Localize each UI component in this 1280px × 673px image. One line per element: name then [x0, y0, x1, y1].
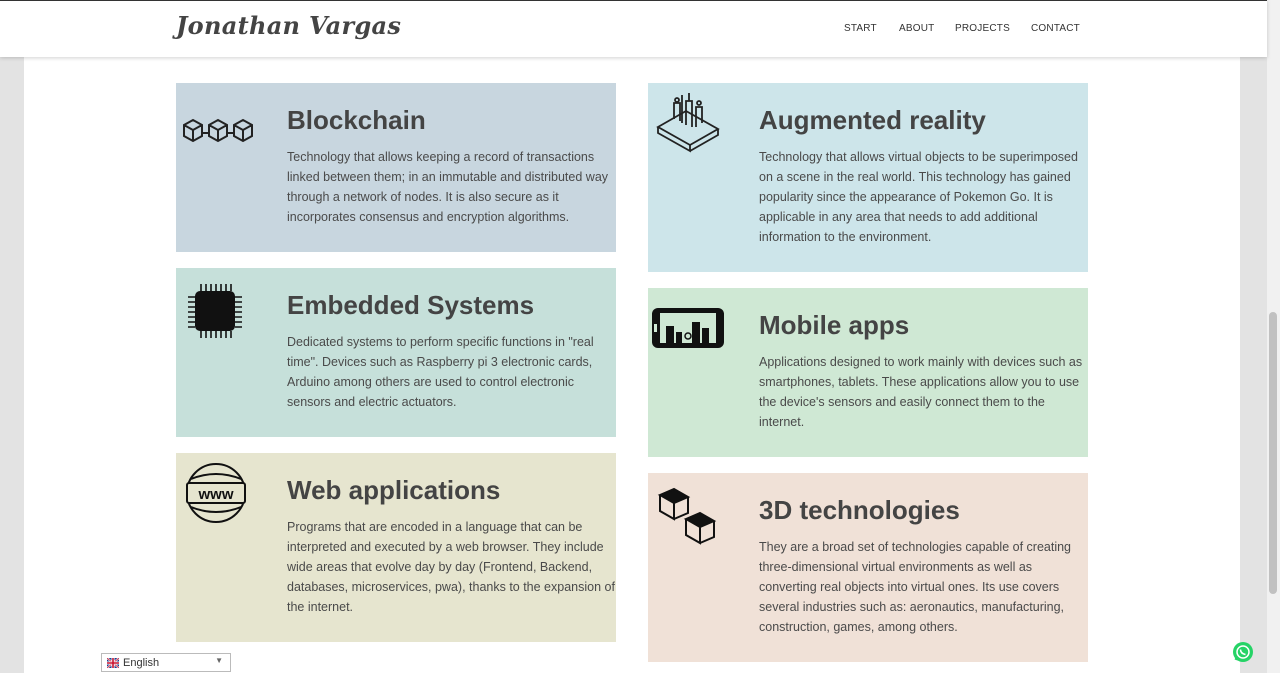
card-description: Programs that are encoded in a language …	[287, 520, 615, 614]
card-description: Technology that allows keeping a record …	[287, 150, 609, 224]
chevron-down-icon: ▼	[215, 656, 223, 665]
www-globe-icon: www	[180, 461, 256, 531]
card-embedded-systems: Embedded Systems Dedicated systems to pe…	[176, 268, 616, 437]
card-mobile-apps: Mobile apps Applications designed to wor…	[648, 288, 1088, 457]
nav-projects[interactable]: PROJECTS	[955, 23, 1010, 34]
scrollbar-thumb[interactable]	[1269, 312, 1277, 594]
card-description: They are a broad set of technologies cap…	[759, 540, 1072, 634]
card-title: Mobile apps	[759, 310, 910, 340]
card-blockchain: Blockchain Technology that allows keepin…	[176, 83, 616, 252]
card-title: Augmented reality	[759, 105, 986, 135]
svg-text:www: www	[197, 486, 233, 503]
mobile-app-icon	[652, 296, 728, 366]
vertical-scrollbar[interactable]	[1267, 0, 1280, 673]
nav-about[interactable]: ABOUT	[899, 23, 934, 34]
language-label: English	[123, 657, 160, 669]
card-title: Blockchain	[287, 105, 426, 135]
card-web-applications: www Web applications Programs that are e…	[176, 453, 616, 642]
card-title: Web applications	[287, 475, 501, 505]
top-navbar: Jonathan Vargas START ABOUT PROJECTS CON…	[0, 0, 1267, 57]
card-description: Applications designed to work mainly wit…	[759, 355, 1083, 429]
language-selector[interactable]: English ▼	[101, 653, 231, 672]
card-description: Dedicated systems to perform specific fu…	[287, 335, 594, 409]
card-title: Embedded Systems	[287, 290, 535, 320]
uk-flag-icon	[107, 658, 119, 668]
nav-contact[interactable]: CONTACT	[1031, 23, 1080, 34]
card-3d-technologies: 3D technologies They are a broad set of …	[648, 473, 1088, 662]
main-nav: START ABOUT PROJECTS CONTACT	[0, 23, 1267, 39]
chip-icon	[180, 276, 256, 346]
whatsapp-icon[interactable]	[1232, 641, 1254, 663]
augmented-reality-icon	[652, 91, 728, 161]
card-augmented-reality: Augmented reality Technology that allows…	[648, 83, 1088, 272]
blockchain-icon	[180, 91, 256, 161]
card-description: Technology that allows virtual objects t…	[759, 150, 1078, 244]
card-title: 3D technologies	[759, 495, 960, 525]
3d-cubes-icon	[652, 481, 728, 551]
nav-start[interactable]: START	[844, 23, 877, 34]
